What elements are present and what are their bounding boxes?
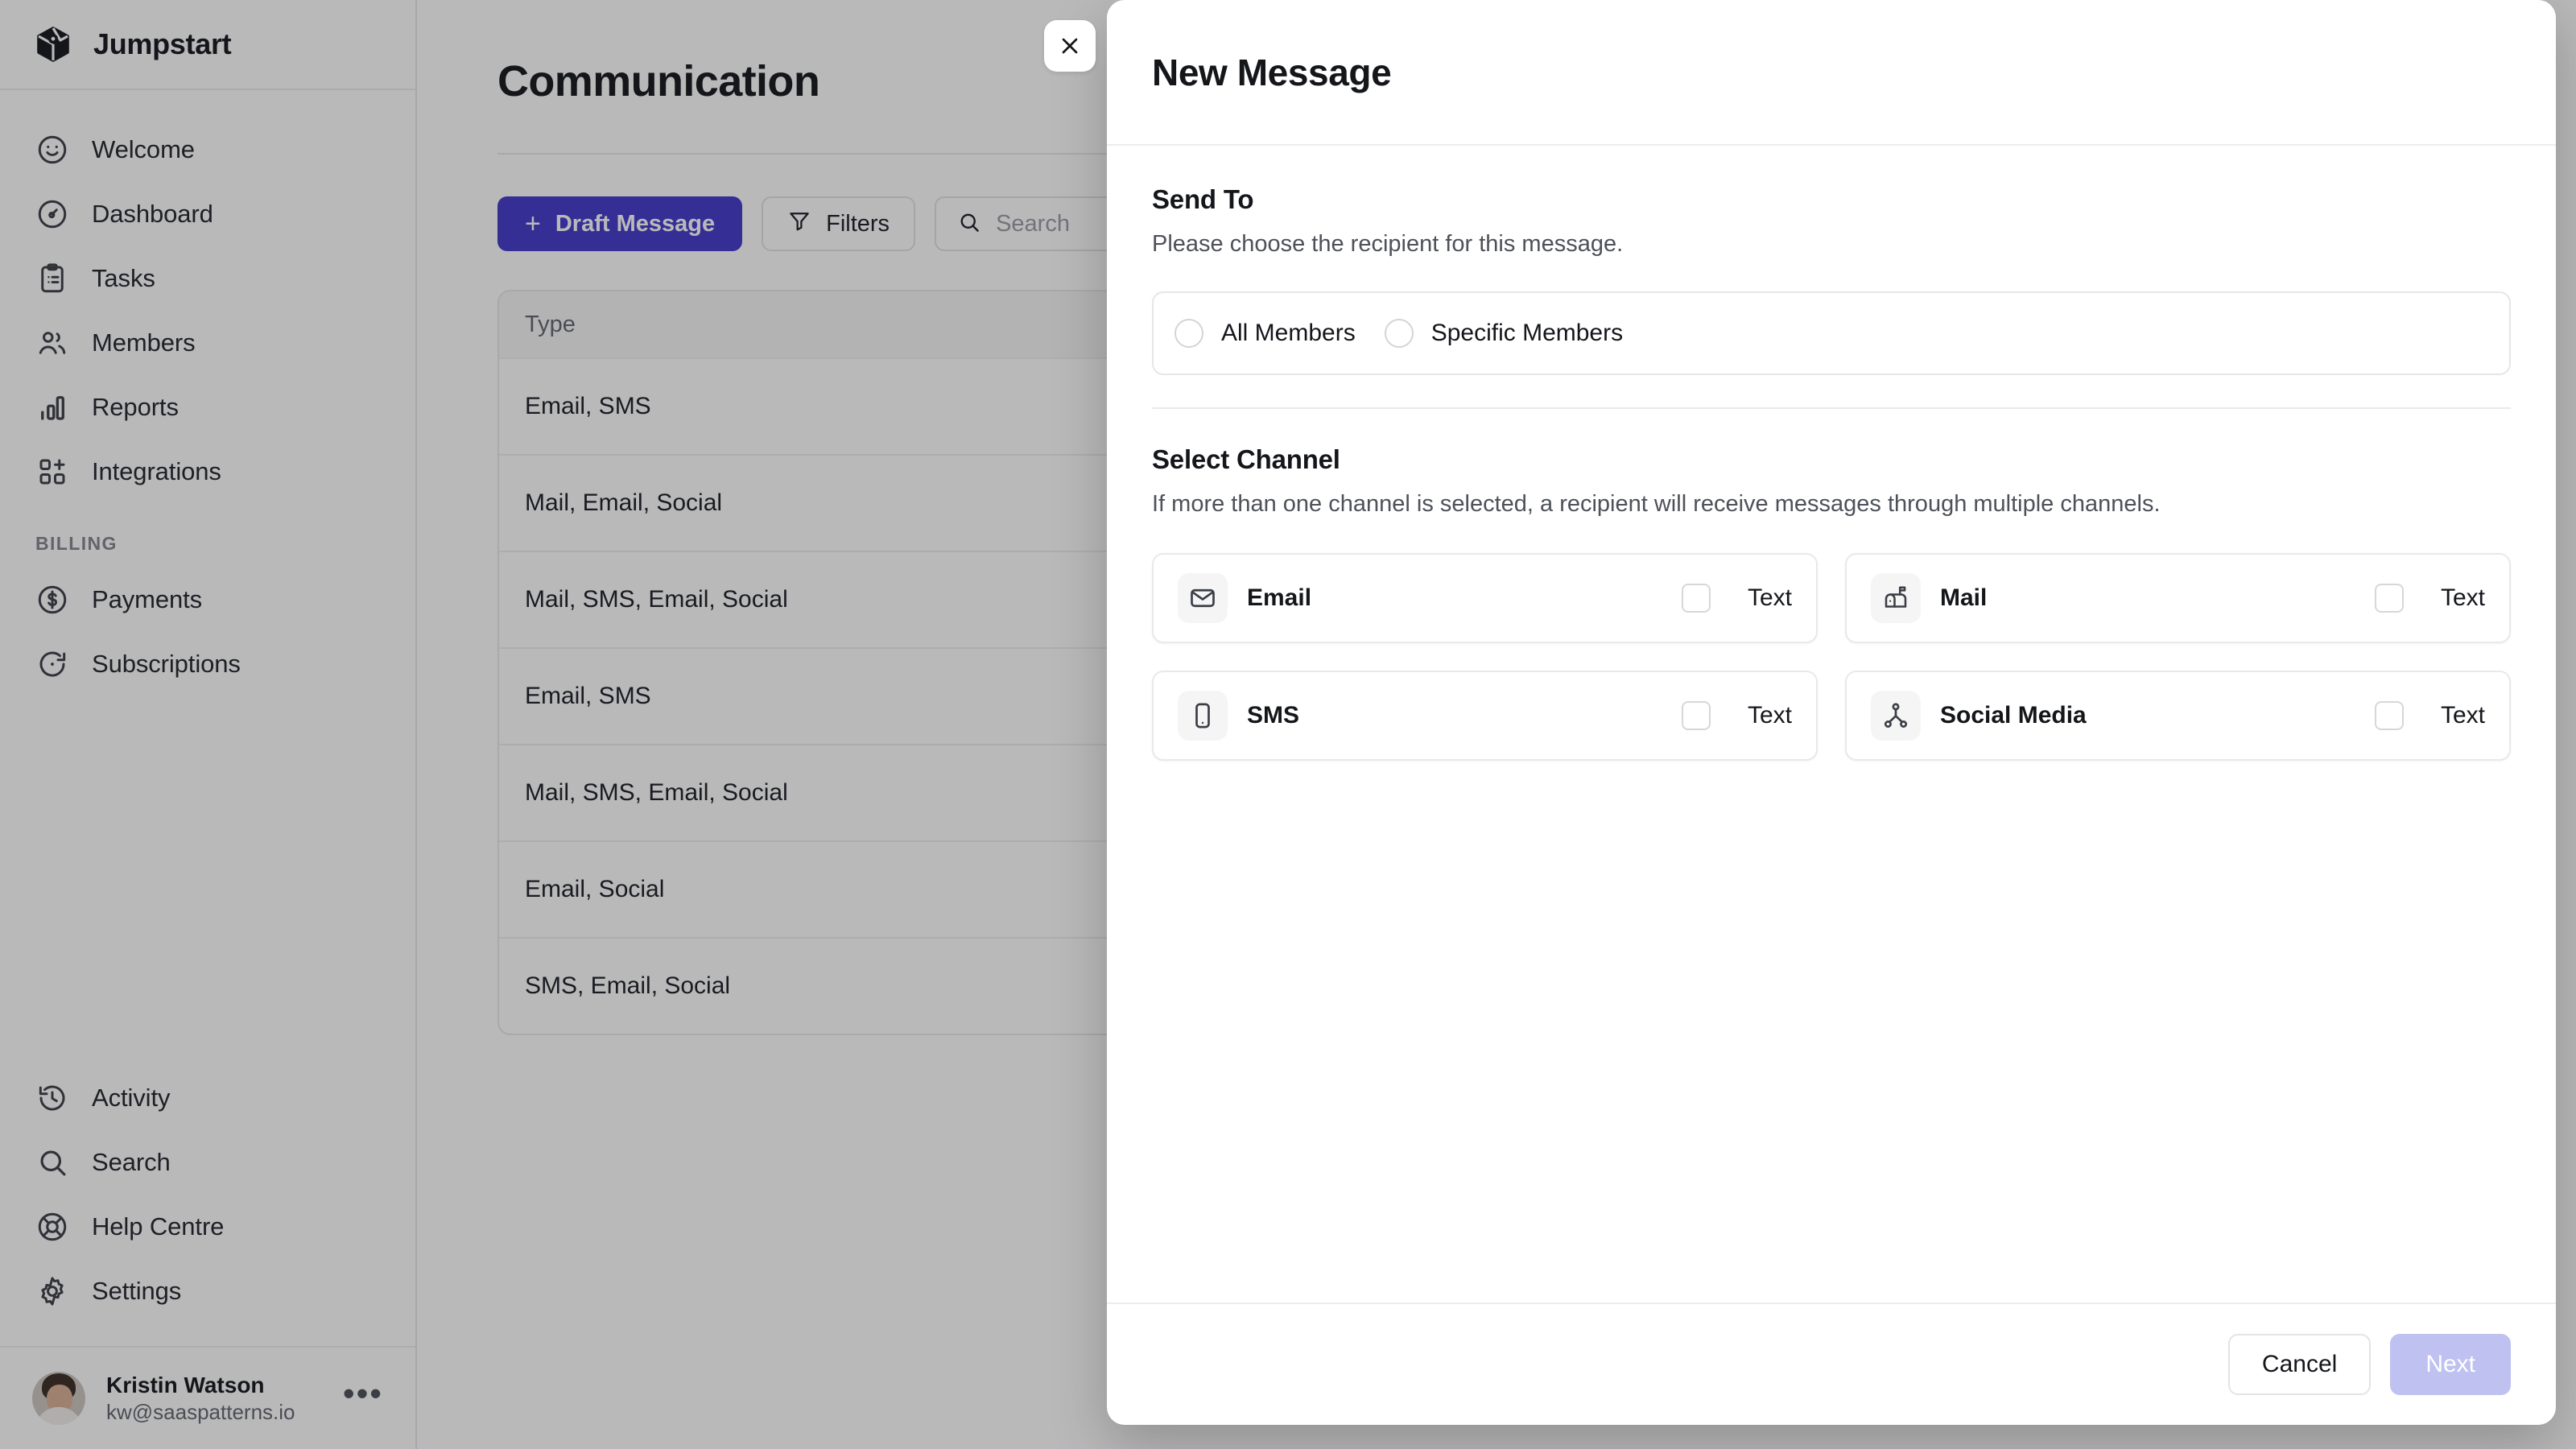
channel-checkbox[interactable] — [2374, 701, 2404, 730]
modal-footer: Cancel Next — [1107, 1302, 2556, 1425]
next-button[interactable]: Next — [2390, 1334, 2511, 1395]
channel-card-sms[interactable]: SMS Text — [1152, 671, 1818, 761]
channel-checkbox[interactable] — [1681, 584, 1711, 613]
channel-card-mail[interactable]: Mail Text — [1845, 553, 2511, 643]
select-channel-section: Select Channel If more than one channel … — [1152, 409, 2511, 761]
select-channel-description: If more than one channel is selected, a … — [1152, 491, 2161, 517]
close-icon[interactable] — [1044, 20, 1096, 72]
channel-checkbox[interactable] — [1681, 701, 1711, 730]
channel-checkbox-label: Text — [1747, 702, 1792, 729]
channel-name: Email — [1247, 584, 1312, 611]
radio-label: All Members — [1221, 320, 1356, 346]
select-channel-heading: Select Channel — [1152, 444, 1340, 474]
radio-specific-members[interactable]: Specific Members — [1384, 319, 1652, 348]
app-root: Jumpstart Welcome Dashboard Tasks Member… — [0, 0, 2576, 1449]
channel-name: Social Media — [1940, 702, 2087, 729]
radio-label: Specific Members — [1430, 320, 1624, 346]
radio-all-members[interactable]: All Members — [1174, 319, 1385, 348]
smartphone-icon — [1178, 691, 1228, 741]
modal-title: New Message — [1152, 51, 1392, 93]
modal-header: New Message — [1107, 0, 2556, 146]
channel-checkbox-label: Text — [1747, 584, 1792, 611]
send-to-description: Please choose the recipient for this mes… — [1152, 231, 1624, 257]
channel-grid: Email Text Mail Text SMS Text Social Med… — [1152, 553, 2511, 761]
modal-body: Send To Please choose the recipient for … — [1107, 146, 2556, 1302]
send-to-heading: Send To — [1152, 184, 1254, 214]
mailbox-icon — [1871, 573, 1921, 623]
radio-dot-icon — [1174, 319, 1203, 348]
send-to-radio-group: All Members Specific Members — [1152, 291, 2511, 375]
channel-card-email[interactable]: Email Text — [1152, 553, 1818, 643]
channel-name: Mail — [1940, 584, 1988, 611]
share-network-icon — [1871, 691, 1921, 741]
channel-checkbox-label: Text — [2440, 584, 2485, 611]
envelope-icon — [1178, 573, 1228, 623]
channel-card-social-media[interactable]: Social Media Text — [1845, 671, 2511, 761]
send-to-section: Send To Please choose the recipient for … — [1152, 146, 2511, 375]
channel-checkbox[interactable] — [2374, 584, 2404, 613]
new-message-modal: New Message Send To Please choose the re… — [1107, 0, 2556, 1425]
channel-name: SMS — [1247, 702, 1300, 729]
channel-checkbox-label: Text — [2440, 702, 2485, 729]
cancel-button[interactable]: Cancel — [2227, 1334, 2372, 1395]
radio-dot-icon — [1384, 319, 1414, 348]
